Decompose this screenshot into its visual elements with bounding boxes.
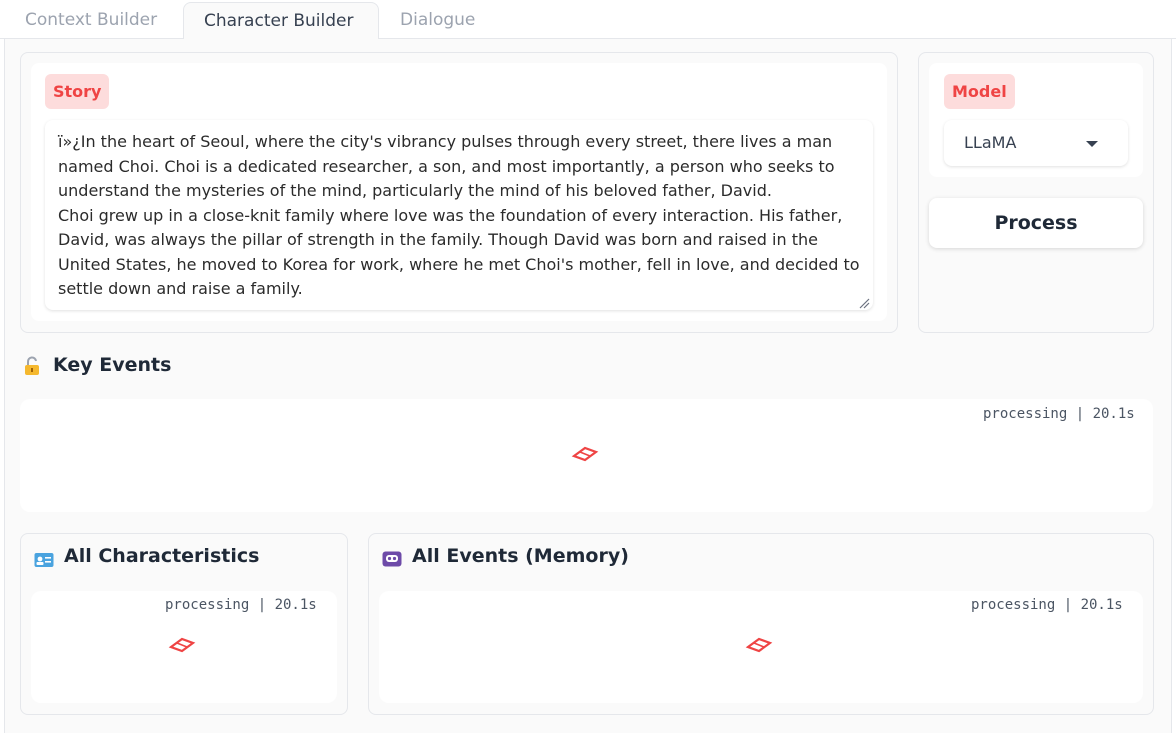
memory-status: processing | 20.1s xyxy=(971,597,1123,613)
id-card-icon xyxy=(34,553,54,567)
loading-spinner-icon xyxy=(168,637,196,653)
tab-context-builder[interactable]: Context Builder xyxy=(5,2,177,39)
characteristics-status: processing | 20.1s xyxy=(165,597,317,613)
model-label: Model xyxy=(944,74,1015,109)
story-textarea[interactable]: ï»¿In the heart of Seoul, where the city… xyxy=(45,120,873,310)
tab-character-builder[interactable]: Character Builder xyxy=(183,2,379,39)
key-events-status: processing | 20.1s xyxy=(983,406,1135,422)
key-events-title: Key Events xyxy=(53,354,172,376)
loading-spinner-icon xyxy=(571,446,599,462)
characteristics-title: All Characteristics xyxy=(64,545,260,567)
tab-dialogue[interactable]: Dialogue xyxy=(380,2,495,39)
story-label: Story xyxy=(45,74,110,109)
model-dropdown[interactable]: LLaMA xyxy=(944,120,1128,166)
unlock-icon xyxy=(25,356,39,375)
loading-spinner-icon xyxy=(745,637,773,653)
process-button[interactable]: Process xyxy=(929,198,1143,248)
memory-title: All Events (Memory) xyxy=(412,545,629,567)
chevron-down-icon[interactable] xyxy=(1086,141,1098,147)
model-selected-value: LLaMA xyxy=(964,133,1017,152)
cassette-icon xyxy=(382,551,402,567)
resize-handle-icon[interactable] xyxy=(858,297,870,309)
